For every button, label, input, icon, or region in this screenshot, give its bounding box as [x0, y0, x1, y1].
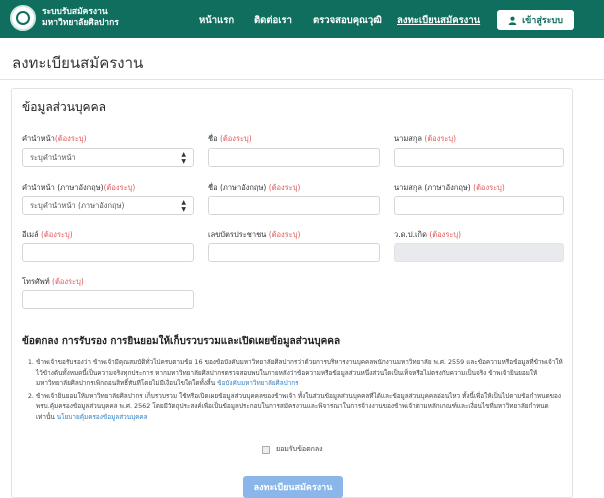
birthdate-label: ว.ด.ป.เกิด (ต้องระบุ)	[394, 230, 462, 239]
title-en-value: ระบุคำนำหน้า (ภาษาอังกฤษ)	[30, 200, 125, 210]
brand-text: ระบบรับสมัครงาน มหาวิทยาลัยศิลปากร	[42, 7, 119, 29]
nav-contact[interactable]: ติดต่อเรา	[254, 13, 292, 28]
title-en-label: คำนำหน้า (ภาษาอังกฤษ)(ต้องระบุ)	[22, 183, 136, 192]
accept-checkbox[interactable]	[262, 445, 270, 454]
section-title: ข้อมูลส่วนบุคคล	[22, 100, 106, 114]
birthdate-input[interactable]	[394, 243, 564, 262]
national-id-label: เลขบัตรประชาชน (ต้องระบุ)	[208, 230, 301, 239]
nav-check-qualification[interactable]: ตรวจสอบคุณวุฒิ	[313, 13, 382, 28]
lastname-th-input[interactable]	[394, 148, 564, 167]
nav-home[interactable]: หน้าแรก	[199, 13, 234, 28]
brand-line-1: ระบบรับสมัครงาน	[42, 7, 108, 17]
sort-caret-icon: ▲ ▼	[181, 150, 186, 165]
brand[interactable]: ระบบรับสมัครงาน มหาวิทยาลัยศิลปากร	[10, 5, 119, 31]
firstname-th-input[interactable]	[208, 148, 380, 167]
login-button[interactable]: เข้าสู่ระบบ	[497, 10, 574, 30]
firstname-en-label: ชื่อ (ภาษาอังกฤษ) (ต้องระบุ)	[208, 183, 301, 192]
brand-line-2: มหาวิทยาลัยศิลปากร	[42, 18, 119, 28]
firstname-en-input[interactable]	[208, 196, 380, 215]
agreement-item-2: ข้าพเจ้ายินยอมให้มหาวิทยาลัยศิลปากร เก็บ…	[36, 391, 566, 423]
email-input[interactable]	[22, 243, 194, 262]
title-th-value: ระบุคำนำหน้า	[30, 152, 76, 162]
agreement-item-1: ข้าพเจ้าขอรับรองว่า ข้าพเจ้ามีคุณสมบัติท…	[36, 357, 566, 389]
nav-register[interactable]: ลงทะเบียนสมัครงาน	[397, 13, 480, 28]
register-submit-button[interactable]: ลงทะเบียนสมัครงาน	[243, 476, 343, 498]
sort-caret-icon: ▲ ▼	[181, 198, 186, 213]
login-label: เข้าสู่ระบบ	[522, 16, 563, 26]
regulation-link[interactable]: ข้อบังคับมหาวิทยาลัยศิลปากร	[217, 379, 298, 387]
privacy-policy-link[interactable]: นโยบายคุ้มครองข้อมูลส่วนบุคคล	[57, 413, 148, 421]
agreement-title: ข้อตกลง การรับรอง การยินยอมให้เก็บรวบรวม…	[22, 336, 341, 347]
user-icon	[508, 16, 517, 25]
national-id-input[interactable]	[208, 243, 380, 262]
page-title: ลงทะเบียนสมัครงาน	[12, 54, 144, 72]
accept-label[interactable]: ยอมรับข้อตกลง	[276, 444, 323, 455]
phone-input[interactable]	[22, 290, 194, 309]
agreement-list: ข้าพเจ้าขอรับรองว่า ข้าพเจ้ามีคุณสมบัติท…	[26, 357, 566, 424]
lastname-en-input[interactable]	[394, 196, 564, 215]
university-seal-icon	[10, 5, 36, 31]
title-th-select[interactable]: ระบุคำนำหน้า ▲ ▼	[22, 148, 194, 167]
title-th-label: คำนำหน้า(ต้องระบุ)	[22, 134, 87, 143]
lastname-en-label: นามสกุล (ภาษาอังกฤษ) (ต้องระบุ)	[394, 183, 505, 192]
accept-row: ยอมรับข้อตกลง	[262, 444, 323, 455]
lastname-th-label: นามสกุล (ต้องระบุ)	[394, 134, 457, 143]
firstname-th-label: ชื่อ (ต้องระบุ)	[208, 134, 252, 143]
title-en-select[interactable]: ระบุคำนำหน้า (ภาษาอังกฤษ) ▲ ▼	[22, 196, 194, 215]
email-label: อีเมล์ (ต้องระบุ)	[22, 230, 73, 239]
title-divider	[0, 79, 604, 80]
phone-label: โทรศัพท์ (ต้องระบุ)	[22, 277, 84, 286]
